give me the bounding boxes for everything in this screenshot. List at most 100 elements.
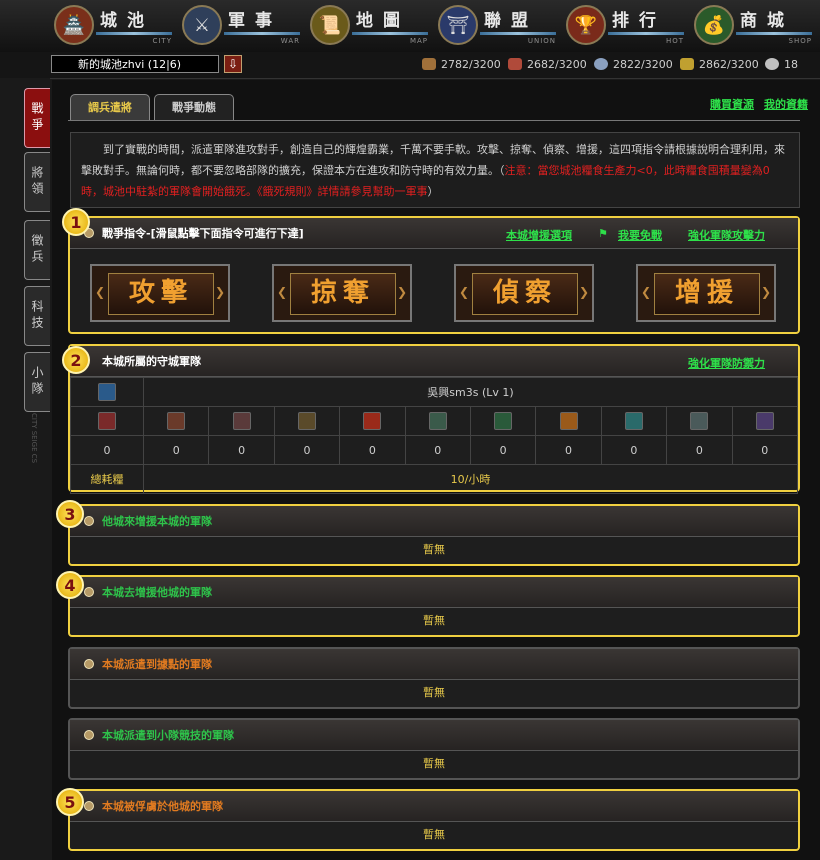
captured-troops-title: 本城被俘虜於他城的軍隊 <box>102 800 223 813</box>
reinforce-options-link[interactable]: 本城增援選項 <box>506 227 572 243</box>
unit-count: 0 <box>600 435 668 465</box>
swordsman-icon[interactable] <box>167 412 186 430</box>
axeman-icon[interactable] <box>297 412 316 430</box>
siege-tower-icon[interactable] <box>690 412 709 430</box>
catapult-icon[interactable] <box>559 412 578 430</box>
nav-map-sub: MAP <box>409 37 428 45</box>
attack-button[interactable]: ❮ 攻擊 ❯ <box>90 264 230 322</box>
spearman-icon[interactable] <box>98 412 116 430</box>
nav-union[interactable]: ⛩ 聯盟 UNION <box>436 4 561 48</box>
resource-population-value: 18 <box>784 57 798 71</box>
grain-icon <box>680 58 694 70</box>
unit-count: 0 <box>142 435 210 465</box>
scout-unit-icon[interactable] <box>494 412 513 430</box>
step-badge-4: 4 <box>56 571 84 599</box>
nav-war-title: 軍事 <box>228 11 282 31</box>
resource-ore-value: 2822/3200 <box>613 57 673 71</box>
nav-union-sub: UNION <box>527 37 556 45</box>
nav-war[interactable]: ⚔ 軍事 WAR <box>180 4 305 48</box>
nav-shop-title: 商城 <box>740 11 794 31</box>
upkeep-value: 10/小時 <box>143 464 798 494</box>
step-badge-3: 3 <box>56 500 84 528</box>
side-tab-squad[interactable]: 小隊 <box>24 352 50 412</box>
scout-button[interactable]: ❮ 偵察 ❯ <box>454 264 594 322</box>
unit-count: 0 <box>404 435 471 465</box>
outgoing-reinforcements-empty: 暫無 <box>423 614 445 627</box>
militia-icon[interactable] <box>755 412 774 430</box>
garrison-general[interactable]: 吳興sm3s (Lv 1) <box>143 377 798 407</box>
unit-count-row: 0 0 0 0 0 0 0 0 0 0 0 <box>70 435 799 465</box>
incoming-reinforcements-title: 他城來增援本城的軍隊 <box>102 515 212 528</box>
main-content: 調兵遣將 戰爭動態 購買資源 我的資籍 到了實戰的時間，派遣軍隊進攻對手，創造自己… <box>52 80 820 860</box>
step-badge-5: 5 <box>56 788 84 816</box>
unit-count: 0 <box>535 435 602 465</box>
garrison-table: 吳興sm3s (Lv 1) 0 0 0 0 0 0 0 0 0 0 0 總耗糧 … <box>70 377 799 494</box>
garrison-title: 本城所屬的守城軍隊 <box>102 355 201 368</box>
bullet-icon <box>84 801 94 811</box>
nav-ranking-title: 排行 <box>612 11 666 31</box>
resource-grain: 2862/3200 <box>680 56 759 72</box>
brick-icon <box>508 58 522 70</box>
bullet-icon <box>84 516 94 526</box>
captured-troops-empty: 暫無 <box>423 828 445 841</box>
tab-war-status[interactable]: 戰爭動態 <box>154 94 234 120</box>
archer-icon[interactable] <box>232 412 251 430</box>
resource-ore: 2822/3200 <box>594 56 673 72</box>
buy-resources-link[interactable]: 購買資源 <box>710 98 754 111</box>
cavalry-icon[interactable] <box>363 412 382 430</box>
reinforce-button[interactable]: ❮ 增援 ❯ <box>636 264 776 322</box>
plunder-button[interactable]: ❮ 掠奪 ❯ <box>272 264 412 322</box>
resource-brick: 2682/3200 <box>508 56 587 72</box>
incoming-reinforcements-empty: 暫無 <box>423 543 445 556</box>
outgoing-reinforcements-title: 本城去增援他城的軍隊 <box>102 586 212 599</box>
my-assets-link[interactable]: 我的資籍 <box>764 98 808 111</box>
unit-count: 0 <box>339 435 406 465</box>
unit-count: 0 <box>70 435 144 465</box>
nav-map[interactable]: 📜 地圖 MAP <box>308 4 433 48</box>
city-selector[interactable]: 新的城池zhvi (12|6) <box>51 55 219 73</box>
resource-brick-value: 2682/3200 <box>527 57 587 71</box>
boost-attack-link[interactable]: 強化軍隊攻擊力 <box>688 227 765 243</box>
bullet-icon <box>84 659 94 669</box>
upkeep-label: 總耗糧 <box>70 464 144 494</box>
bullet-icon <box>84 587 94 597</box>
download-arrow-icon[interactable]: ⇩ <box>224 55 242 73</box>
side-tab-recruit[interactable]: 徵兵 <box>24 220 50 280</box>
knight-icon[interactable] <box>428 412 447 430</box>
flag-icon[interactable]: ⚑ <box>598 227 608 240</box>
nav-ranking[interactable]: 🏆 排行 HOT <box>564 4 689 48</box>
ore-icon <box>594 58 608 70</box>
squad-arena-troops-empty: 暫無 <box>423 757 445 770</box>
unit-count: 0 <box>666 435 733 465</box>
step-badge-1: 1 <box>62 208 90 236</box>
stronghold-troops-panel: 本城派遣到據點的軍隊 暫無 <box>68 647 800 709</box>
unit-count: 0 <box>208 435 275 465</box>
captured-troops-panel: 本城被俘虜於他城的軍隊 暫無 <box>68 789 800 851</box>
wood-icon <box>422 58 436 70</box>
alliance-icon: ⛩ <box>438 5 478 45</box>
tab-dispatch[interactable]: 調兵遣將 <box>70 94 150 120</box>
outgoing-reinforcements-panel: 本城去增援他城的軍隊 暫無 <box>68 575 800 637</box>
nav-shop-sub: SHOP <box>788 37 812 45</box>
nav-map-title: 地圖 <box>356 11 410 31</box>
side-tab-generals[interactable]: 將領 <box>24 152 50 212</box>
side-tab-tech[interactable]: 科技 <box>24 286 50 346</box>
nav-city[interactable]: 🏯 城池 CITY <box>52 4 177 48</box>
nav-city-sub: CITY <box>152 37 172 45</box>
nav-city-title: 城池 <box>100 11 154 31</box>
boost-defense-link[interactable]: 強化軍隊防禦力 <box>688 355 765 371</box>
general-ship-icon[interactable] <box>98 383 116 401</box>
scroll-map-icon: 📜 <box>310 5 350 45</box>
nav-shop[interactable]: 💰 商城 SHOP <box>692 4 817 48</box>
unit-count: 0 <box>273 435 341 465</box>
top-navigation: 🏯 城池 CITY ⚔ 軍事 WAR 📜 地圖 MAP ⛩ 聯盟 UNION 🏆… <box>0 0 820 52</box>
nav-ranking-sub: HOT <box>665 37 684 45</box>
castle-icon: 🏯 <box>54 5 94 45</box>
truce-link[interactable]: 我要免戰 <box>618 227 662 243</box>
resource-population: 18 <box>765 56 798 72</box>
side-tab-war[interactable]: 戰爭 <box>24 88 50 148</box>
garrison-panel: 本城所屬的守城軍隊 強化軍隊防禦力 吳興sm3s (Lv 1) 0 0 0 0 … <box>68 344 800 494</box>
stronghold-troops-empty: 暫無 <box>423 686 445 699</box>
unit-count: 0 <box>469 435 537 465</box>
ballista-icon[interactable] <box>624 412 643 430</box>
